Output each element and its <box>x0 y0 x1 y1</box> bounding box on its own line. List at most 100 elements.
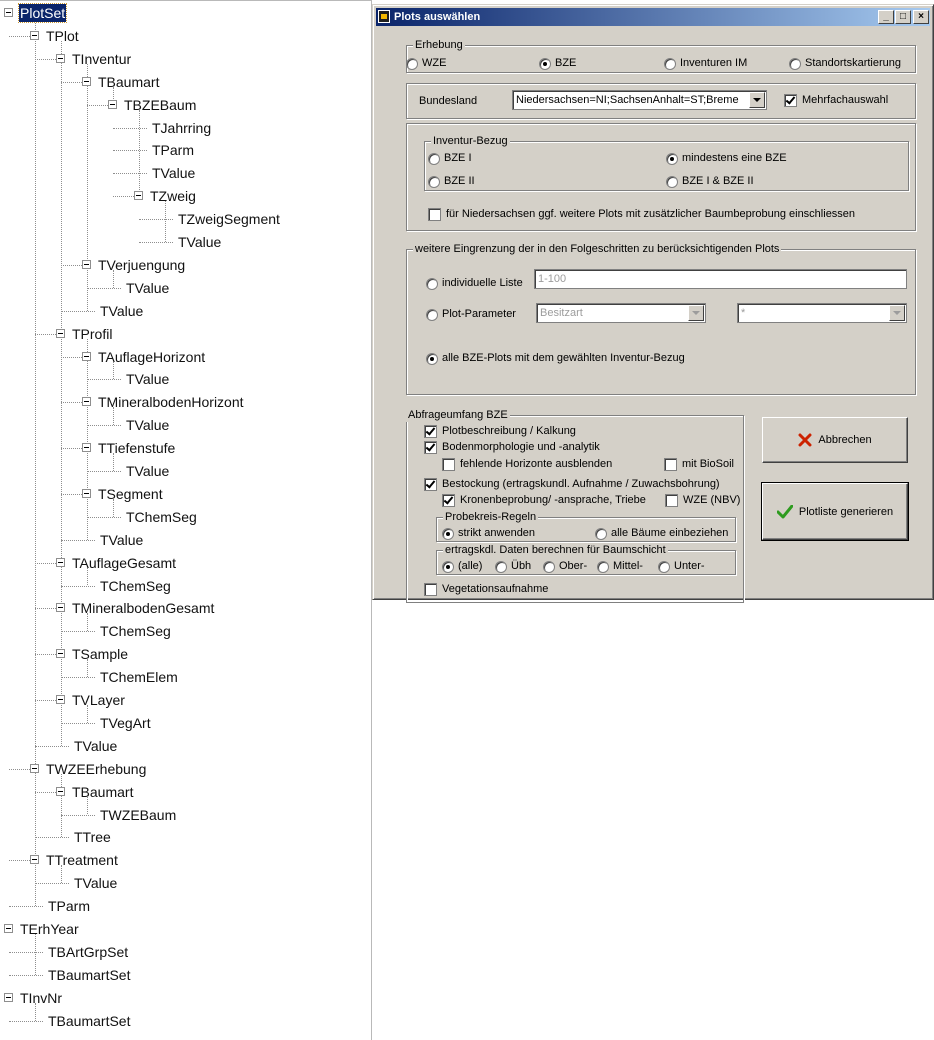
radio-plot-parameter[interactable]: Plot-Parameter <box>426 308 516 321</box>
tree-node-label[interactable]: TChemSeg <box>125 508 198 526</box>
tree-node-label[interactable]: TInventur <box>71 50 132 68</box>
kronenbeprobung-checkbox[interactable]: Kronenbeprobung/ -ansprache, Triebe <box>442 494 646 507</box>
tree-node-label[interactable]: TValue <box>125 279 170 297</box>
tree-node-label[interactable]: TVLayer <box>71 691 126 709</box>
tree-node-label[interactable]: TValue <box>151 164 196 182</box>
radio-baumschicht-mittel[interactable]: Mittel- <box>597 560 643 573</box>
tree-node-label[interactable]: TZweig <box>149 187 197 205</box>
collapse-toggle-icon[interactable] <box>30 763 39 773</box>
collapse-toggle-icon[interactable] <box>108 99 117 109</box>
collapse-toggle-icon[interactable] <box>56 328 65 338</box>
tree-node-label[interactable]: TChemElem <box>99 668 179 686</box>
chevron-down-icon[interactable] <box>688 305 704 321</box>
radio-bze-1[interactable]: BZE I <box>428 152 472 165</box>
tree-node-label[interactable]: TBaumartSet <box>47 1012 131 1030</box>
tree-node-label[interactable]: TBaumart <box>97 73 160 91</box>
tree-node-label[interactable]: TBArtGrpSet <box>47 943 129 961</box>
radio-alle-bze-plots[interactable]: alle BZE-Plots mit dem gewählten Inventu… <box>426 352 685 365</box>
tree-node-label[interactable]: TSegment <box>97 485 164 503</box>
wze-nbv-checkbox[interactable]: WZE (NBV) <box>665 494 740 507</box>
chevron-down-icon[interactable] <box>889 305 905 321</box>
collapse-toggle-icon[interactable] <box>30 855 39 865</box>
collapse-toggle-icon[interactable] <box>56 603 65 613</box>
bestockung-checkbox[interactable]: Bestockung (ertragskundl. Aufnahme / Zuw… <box>424 478 720 491</box>
tree-node-label[interactable]: TBZEBaum <box>123 96 197 114</box>
collapse-toggle-icon[interactable] <box>82 76 91 86</box>
tree-view[interactable]: PlotSet TPlot TInventur TBaumart TBZEBaum TJa… <box>0 0 372 1040</box>
vegetationsaufnahme-checkbox[interactable]: Vegetationsaufnahme <box>424 583 548 596</box>
mehrfachauswahl-checkbox[interactable]: Mehrfachauswahl <box>784 94 888 107</box>
collapse-toggle-icon[interactable] <box>4 992 13 1002</box>
niedersachsen-extra-checkbox[interactable]: für Niedersachsen ggf. weitere Plots mit… <box>428 208 855 221</box>
title-bar[interactable]: Plots auswählen _ □ × <box>376 8 930 26</box>
abbrechen-button[interactable]: Abbrechen <box>762 417 908 463</box>
plot-parameter-dropdown[interactable]: Besitzart <box>536 303 706 323</box>
tree-node-label[interactable]: TBaumartSet <box>47 966 131 984</box>
tree-node-label[interactable]: TInvNr <box>19 989 63 1007</box>
collapse-toggle-icon[interactable] <box>134 191 143 201</box>
collapse-toggle-icon[interactable] <box>4 924 13 933</box>
tree-node-label[interactable]: TMineralbodenGesamt <box>71 599 215 617</box>
collapse-toggle-icon[interactable] <box>56 649 65 659</box>
radio-baumschicht-uebh[interactable]: Übh <box>495 560 531 573</box>
tree-node-label[interactable]: TZweigSegment <box>177 210 281 228</box>
biosoil-checkbox[interactable]: mit BioSoil <box>664 458 734 471</box>
radio-strikt-anwenden[interactable]: strikt anwenden <box>442 527 535 540</box>
collapse-toggle-icon[interactable] <box>82 397 91 407</box>
collapse-toggle-icon[interactable] <box>82 488 91 498</box>
plotliste-generieren-button[interactable]: Plotliste generieren <box>761 482 909 541</box>
collapse-toggle-icon[interactable] <box>56 53 65 63</box>
close-button[interactable]: × <box>913 10 929 24</box>
tree-node-label[interactable]: TTree <box>73 828 112 846</box>
tree-node-label[interactable]: TParm <box>47 897 91 915</box>
collapse-toggle-icon[interactable] <box>56 557 65 567</box>
tree-node-label[interactable]: TMineralbodenHorizont <box>97 393 245 411</box>
radio-standortskartierung[interactable]: Standortskartierung <box>789 57 901 70</box>
minimize-button[interactable]: _ <box>878 10 894 24</box>
tree-node-label[interactable]: TTreatment <box>45 851 119 869</box>
tree-node-label[interactable]: TWZEErhebung <box>45 760 147 778</box>
liste-input[interactable]: 1-100 <box>534 269 907 289</box>
collapse-toggle-icon[interactable] <box>30 30 39 40</box>
tree-node-label[interactable]: TTiefenstufe <box>97 439 176 457</box>
tree-node-label[interactable]: TChemSeg <box>99 577 172 595</box>
plotbeschreibung-checkbox[interactable]: Plotbeschreibung / Kalkung <box>424 425 576 438</box>
tree-node-label[interactable]: TAuflageHorizont <box>97 348 206 366</box>
tree-node-label[interactable]: TProfil <box>71 325 113 343</box>
collapse-toggle-icon[interactable] <box>82 259 91 269</box>
tree-node-label[interactable]: TPlot <box>45 27 80 45</box>
radio-inventuren-im[interactable]: Inventuren IM <box>664 57 747 70</box>
chevron-down-icon[interactable] <box>749 92 765 108</box>
tree-node-label[interactable]: TValue <box>73 874 118 892</box>
tree-node-label[interactable]: TVerjuengung <box>97 256 186 274</box>
fehlende-horizonte-checkbox[interactable]: fehlende Horizonte ausblenden <box>442 458 612 471</box>
collapse-toggle-icon[interactable] <box>4 8 13 17</box>
tree-node-label[interactable]: TChemSeg <box>99 622 172 640</box>
radio-mindestens-eine-bze[interactable]: mindestens eine BZE <box>666 152 787 165</box>
tree-node-label[interactable]: TJahrring <box>151 119 212 137</box>
bodenmorphologie-checkbox[interactable]: Bodenmorphologie und -analytik <box>424 441 600 454</box>
tree-node-label[interactable]: TVegArt <box>99 714 152 732</box>
radio-bze-1-und-2[interactable]: BZE I & BZE II <box>666 175 754 188</box>
radio-alle-baeume[interactable]: alle Bäume einbeziehen <box>595 527 728 540</box>
tree-node-label[interactable]: TValue <box>73 737 118 755</box>
tree-node-label[interactable]: TValue <box>125 370 170 388</box>
collapse-toggle-icon[interactable] <box>56 695 65 704</box>
tree-node-label[interactable]: TWZEBaum <box>99 806 177 824</box>
tree-node-label[interactable]: TBaumart <box>71 783 134 801</box>
tree-node-label[interactable]: TValue <box>125 462 170 480</box>
radio-wze[interactable]: WZE <box>406 57 446 70</box>
maximize-button[interactable]: □ <box>895 10 911 24</box>
tree-node-label[interactable]: TValue <box>99 302 144 320</box>
plot-value-dropdown[interactable]: * <box>737 303 907 323</box>
tree-node-label[interactable]: TAuflageGesamt <box>71 554 177 572</box>
collapse-toggle-icon[interactable] <box>82 351 91 361</box>
tree-node-label[interactable]: TValue <box>99 531 144 549</box>
bundesland-dropdown[interactable]: Niedersachsen=NI;SachsenAnhalt=ST;Breme <box>512 90 767 110</box>
radio-baumschicht-alle[interactable]: (alle) <box>442 560 482 573</box>
tree-node-label[interactable]: TSample <box>71 645 129 663</box>
radio-individuelle-liste[interactable]: individuelle Liste <box>426 277 523 290</box>
tree-node-label[interactable]: TValue <box>177 233 222 251</box>
tree-node-label[interactable]: TErhYear <box>19 920 80 938</box>
tree-node-label[interactable]: PlotSet <box>17 3 68 23</box>
